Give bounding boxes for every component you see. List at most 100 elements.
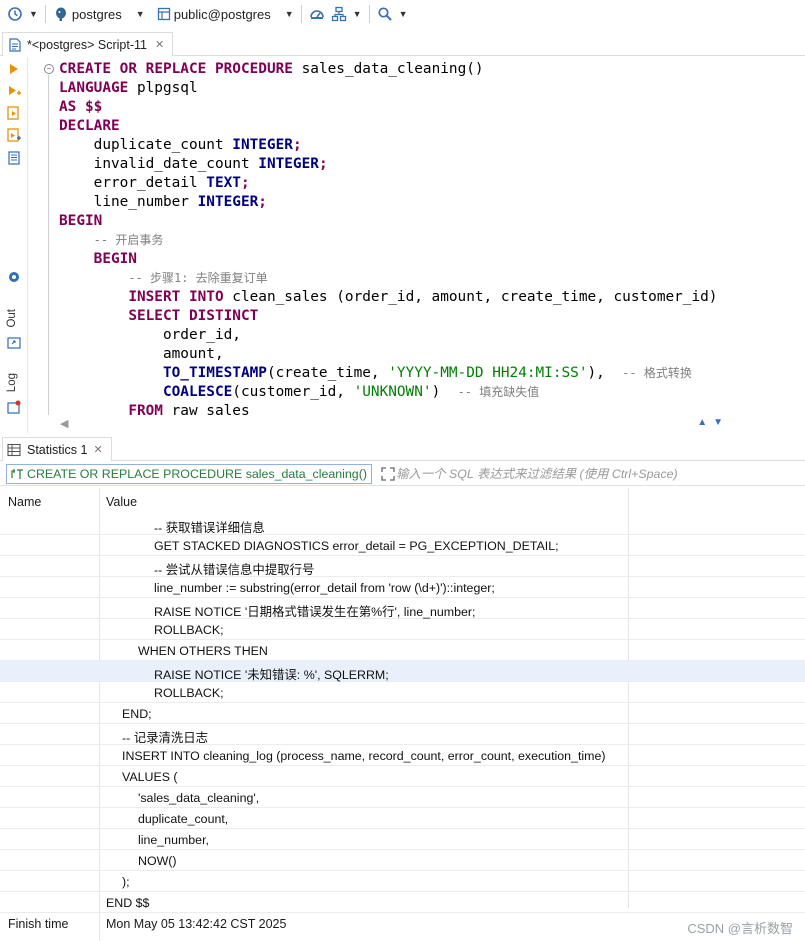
dashboard-button[interactable] [306,2,328,26]
finish-time-row[interactable]: Finish time Mon May 05 13:42:42 CST 2025… [0,913,805,936]
fold-toggle-icon[interactable]: − [44,64,54,74]
results-tab-bar: Statistics 1 ✕ [0,435,805,461]
table-row[interactable]: END; [0,703,805,724]
value-cell-text: WHEN OTHERS THEN [138,644,268,658]
code-line: error_detail TEXT; [59,175,250,191]
code-line: TO_TIMESTAMP(create_time, 'YYYY-MM-DD HH… [162,365,692,381]
tab-script-11[interactable]: *<postgres> Script-11 ✕ [2,32,174,56]
code-line: invalid_date_count INTEGER; [59,156,328,172]
value-cell-text: VALUES ( [122,770,178,784]
value-cell-text: 'sales_data_cleaning', [138,791,260,805]
value-cell-text: line_number := substring(error_detail fr… [154,581,495,595]
schema-selector[interactable]: public@postgres ▼ [154,2,297,26]
log-icon[interactable] [6,399,22,415]
search-button[interactable]: ▼ [374,2,411,26]
output-panel-toggle[interactable]: Out [6,309,18,328]
finish-time-value: Mon May 05 13:42:42 CST 2025 [106,917,287,931]
table-row[interactable]: END $$ [0,892,805,913]
table-row[interactable]: 'sales_data_cleaning', [0,787,805,808]
value-cell-text: END; [122,707,152,721]
table-row[interactable]: WHEN OTHERS THEN [0,640,805,661]
filter-input[interactable] [395,466,756,481]
value-cell-text: RAISE NOTICE '未知错误: %', SQLERRM; [154,668,389,682]
output-icon[interactable] [6,335,22,351]
close-icon[interactable]: ✕ [93,443,102,456]
query-text-box[interactable]: CREATE OR REPLACE PROCEDURE sales_data_c… [6,463,372,484]
code-line: -- 开启事务 [93,233,164,247]
query-text: CREATE OR REPLACE PROCEDURE sales_data_c… [27,466,367,481]
editor-horizontal-scrollbar[interactable]: ◀ ▲▼ [28,415,805,433]
settings-gear-icon[interactable] [6,269,22,285]
execute-statement-icon[interactable] [6,61,22,77]
sql-editor[interactable]: − CREATE OR REPLACE PROCEDURE sales_data… [28,57,805,415]
code-line: -- 步骤1: 去除重复订单 [128,271,268,285]
panel-maximize-restore-icon[interactable]: ▲▼ [697,417,729,428]
chevron-down-icon: ▼ [398,9,408,19]
execute-script-new-tab-icon[interactable] [6,127,22,143]
chevron-down-icon: ▼ [284,9,294,19]
chevron-down-icon: ▼ [29,9,38,19]
postgres-elephant-icon [53,6,69,22]
table-row[interactable]: ROLLBACK; [0,682,805,703]
table-row[interactable]: -- 记录清洗日志 [0,724,805,745]
value-cell-text: line_number, [138,833,209,847]
table-row[interactable]: -- 获取错误详细信息 [0,514,805,535]
code-line: order_id, [59,327,241,343]
schema-name: public@postgres [173,6,271,22]
close-icon[interactable]: ✕ [155,38,164,51]
column-header-value[interactable]: Value [106,495,137,509]
code-line: FROM raw_sales [128,403,250,415]
results-filter-bar: CREATE OR REPLACE PROCEDURE sales_data_c… [0,462,805,486]
table-row[interactable]: line_number, [0,829,805,850]
editor-side-toolbar: Out Log [0,57,28,433]
tab-title: *<postgres> Script-11 [27,37,147,52]
code-line: line_number INTEGER; [59,194,267,210]
explain-plan-icon[interactable] [6,150,22,166]
execute-new-tab-icon[interactable] [6,83,22,99]
finish-time-label: Finish time [8,917,69,931]
fold-range-line [48,75,49,415]
toolbar-divider [44,5,46,23]
table-row[interactable]: VALUES ( [0,766,805,787]
network-tree-icon [331,6,347,22]
schema-icon [157,7,171,21]
history-button[interactable]: ▼ [4,2,41,26]
main-toolbar: ▼ postgres ▼ public@postgres ▼ ▼ ▼ [0,0,805,28]
transaction-mode-button[interactable]: ▼ [328,2,365,26]
expand-filter-icon[interactable] [380,466,396,482]
toolbar-divider [300,5,302,23]
table-row[interactable]: -- 尝试从错误信息中提取行号 [0,556,805,577]
value-cell-text: END $$ [106,896,150,910]
code-line: BEGIN [59,213,103,229]
code-line: AS $$ [59,99,103,115]
table-row[interactable]: RAISE NOTICE '日期格式错误发生在第%行', line_number… [0,598,805,619]
value-cell-text: -- 记录清洗日志 [122,731,209,745]
table-row[interactable]: ROLLBACK; [0,619,805,640]
column-header-name[interactable]: Name [8,495,41,509]
toolbar-divider [368,5,370,23]
connection-selector[interactable]: postgres ▼ [50,2,148,26]
table-row[interactable]: INSERT INTO cleaning_log (process_name, … [0,745,805,766]
code-line: amount, [59,346,224,362]
tab-statistics[interactable]: Statistics 1 ✕ [2,437,112,461]
table-row[interactable]: duplicate_count, [0,808,805,829]
table-row[interactable]: RAISE NOTICE '未知错误: %', SQLERRM; [0,661,805,682]
scroll-left-icon[interactable]: ◀ [60,417,68,430]
execute-script-icon[interactable] [6,105,22,121]
table-row[interactable]: NOW() [0,850,805,871]
log-panel-toggle[interactable]: Log [6,373,18,392]
value-cell-text: -- 获取错误详细信息 [154,521,265,535]
value-cell-text: ); [122,875,130,889]
code-line: BEGIN [93,251,137,267]
table-row[interactable]: ); [0,871,805,892]
chevron-down-icon: ▼ [352,9,362,19]
code-text[interactable]: CREATE OR REPLACE PROCEDURE sales_data_c… [59,60,717,415]
code-line: COALESCE(customer_id, 'UNKNOWN') -- 填充缺失… [162,384,540,400]
table-row[interactable]: line_number := substring(error_detail fr… [0,577,805,598]
grid-header: Name Value [0,488,805,514]
statistics-grid: Name Value -- 获取错误详细信息 GET STACKED DIAGNO… [0,488,805,941]
code-line: DECLARE [59,118,120,134]
table-row[interactable]: GET STACKED DIAGNOSTICS error_detail = P… [0,535,805,556]
sql-query-icon [11,468,25,480]
filter-field[interactable] [380,464,805,484]
